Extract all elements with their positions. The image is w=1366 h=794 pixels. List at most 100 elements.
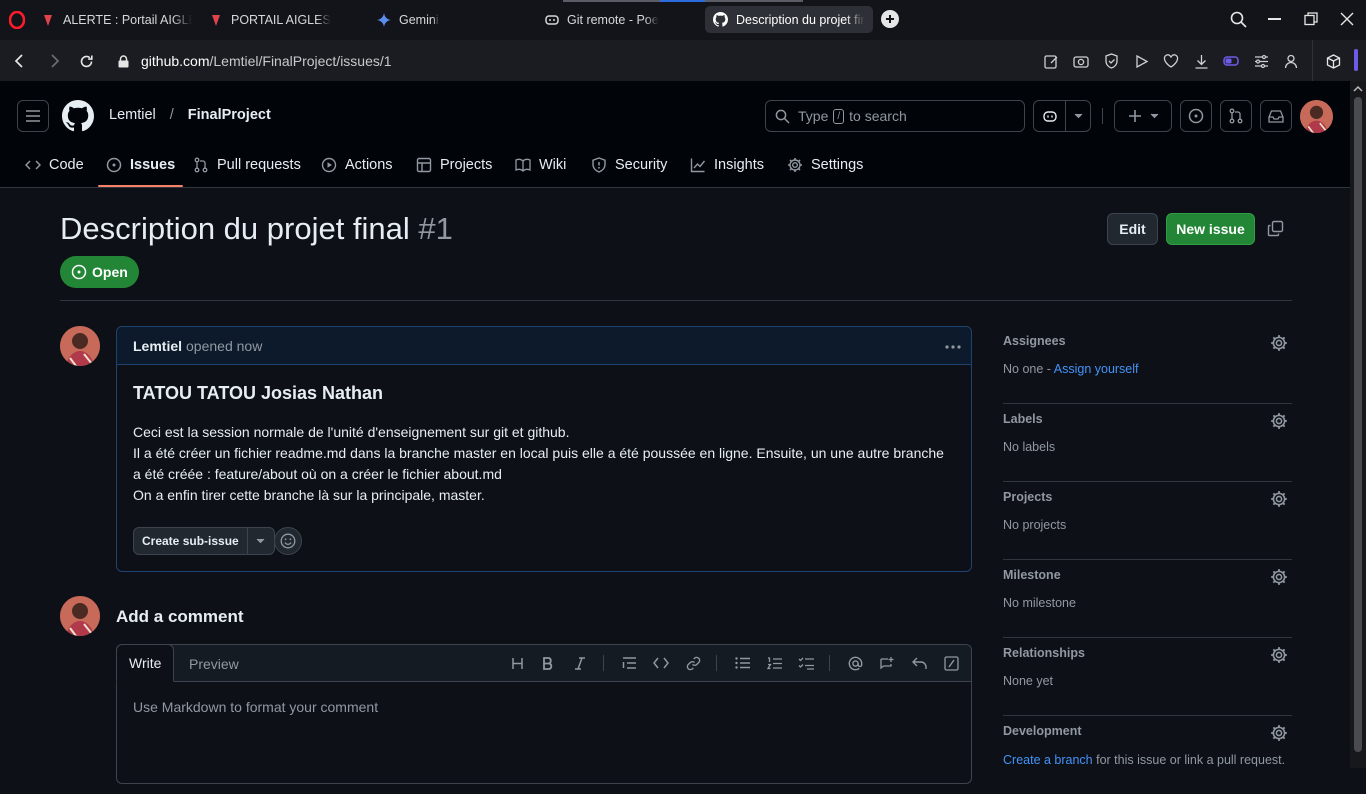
comment-author[interactable]: Lemtiel [133, 338, 182, 354]
gear-icon[interactable] [1270, 334, 1288, 352]
quote-icon[interactable] [619, 654, 639, 672]
plus-icon [1128, 110, 1141, 122]
tab-actions[interactable]: Actions [321, 143, 393, 187]
vertical-scrollbar[interactable] [1350, 81, 1366, 768]
tab-write[interactable]: Write [116, 644, 175, 682]
tab-code[interactable]: Code [25, 143, 84, 187]
code-icon[interactable] [651, 654, 671, 672]
issues-shortcut-button[interactable] [1180, 100, 1212, 132]
cross-reference-icon[interactable] [877, 654, 897, 672]
ordered-list-icon[interactable] [764, 654, 784, 672]
copy-link-icon[interactable] [1267, 220, 1284, 237]
task-list-icon[interactable] [796, 654, 816, 672]
tab-projects[interactable]: Projects [416, 143, 492, 187]
player-icon[interactable] [1131, 51, 1151, 71]
labels-label[interactable]: Labels [1003, 412, 1043, 426]
heading-icon[interactable] [507, 654, 527, 672]
gear-icon[interactable] [1270, 724, 1288, 742]
github-logo-icon[interactable] [62, 100, 94, 132]
close-window-icon[interactable] [1340, 12, 1354, 26]
sidebar-labels: Labels No labels [1003, 404, 1292, 482]
issue-number: #1 [418, 211, 453, 246]
gear-icon[interactable] [1270, 568, 1288, 586]
search-tabs-icon[interactable] [1230, 11, 1247, 28]
easy-setup-icon[interactable] [1251, 51, 1271, 71]
slash-commands-icon[interactable] [941, 654, 961, 672]
tab-insights[interactable]: Insights [690, 143, 764, 187]
url-path: /Lemtiel/FinalProject/issues/1 [209, 53, 392, 69]
edit-button[interactable]: Edit [1107, 213, 1158, 245]
link-icon[interactable] [683, 654, 703, 672]
back-icon[interactable] [8, 50, 30, 72]
forward-icon[interactable] [44, 50, 66, 72]
tab-settings[interactable]: Settings [787, 143, 863, 187]
assign-yourself-link[interactable]: Assign yourself [1054, 362, 1139, 376]
new-issue-button[interactable]: New issue [1166, 213, 1255, 245]
new-tab-button[interactable] [881, 10, 899, 28]
edit-page-icon[interactable] [1041, 51, 1061, 71]
comment-heading: TATOU TATOU Josias Nathan [133, 383, 384, 403]
create-subissue-dropdown[interactable] [248, 528, 274, 554]
tab-preview[interactable]: Preview [177, 645, 251, 682]
inbox-button[interactable] [1260, 100, 1292, 132]
minimize-window-icon[interactable] [1268, 18, 1281, 20]
issue-icon [106, 157, 122, 173]
add-comment-heading: Add a comment [116, 607, 244, 626]
commenter-avatar[interactable] [60, 596, 100, 636]
tab-wiki[interactable]: Wiki [515, 143, 566, 187]
unordered-list-icon[interactable] [732, 654, 752, 672]
tab-security[interactable]: Security [591, 143, 667, 187]
scrollbar-thumb[interactable] [1354, 97, 1362, 752]
heart-icon[interactable] [1161, 51, 1181, 71]
assignees-label[interactable]: Assignees [1003, 334, 1066, 348]
pull-requests-shortcut-button[interactable] [1220, 100, 1252, 132]
mention-icon[interactable] [845, 654, 865, 672]
gear-icon[interactable] [1270, 490, 1288, 508]
italic-icon[interactable] [570, 654, 590, 672]
breadcrumb-owner[interactable]: Lemtiel [109, 107, 156, 123]
milestone-label[interactable]: Milestone [1003, 568, 1061, 582]
relationships-label[interactable]: Relationships [1003, 646, 1085, 660]
maximize-window-icon[interactable] [1304, 12, 1318, 26]
download-icon[interactable] [1191, 51, 1211, 71]
tab-issues[interactable]: Issues [97, 143, 184, 187]
relationships-value: None yet [1003, 674, 1054, 688]
comment-textarea[interactable]: Use Markdown to format your comment [133, 699, 378, 715]
search-input[interactable]: Type / to search [765, 100, 1025, 132]
comment-timestamp[interactable]: opened now [186, 338, 262, 354]
issue-body-comment: Lemtiel opened now TATOU TATOU Josias Na… [116, 326, 972, 572]
development-value: for this issue or link a pull request. [1096, 753, 1286, 767]
breadcrumb-repo[interactable]: FinalProject [188, 107, 271, 123]
browser-tab-github-issue[interactable]: Description du projet final [705, 6, 873, 33]
development-label[interactable]: Development [1003, 724, 1082, 738]
reload-icon[interactable] [75, 50, 97, 72]
tab-pull-requests[interactable]: Pull requests [193, 143, 301, 187]
create-subissue-button[interactable]: Create sub-issue [134, 528, 248, 554]
camera-icon[interactable] [1071, 51, 1091, 71]
issue-icon [1188, 108, 1204, 124]
battery-saver-icon[interactable] [1221, 51, 1241, 71]
create-new-button[interactable] [1114, 100, 1172, 132]
gear-icon[interactable] [1270, 646, 1288, 664]
author-avatar[interactable] [60, 326, 100, 366]
user-avatar[interactable] [1300, 100, 1333, 133]
saved-reply-icon[interactable] [909, 654, 929, 672]
copilot-button[interactable] [1033, 100, 1066, 132]
shield-check-icon[interactable] [1101, 51, 1121, 71]
browser-tab-alerte[interactable]: ALERTE : Portail AIGLES cib [32, 6, 200, 33]
gear-icon[interactable] [1270, 412, 1288, 430]
create-branch-link[interactable]: Create a branch [1003, 753, 1093, 767]
opera-logo-icon[interactable] [9, 11, 25, 29]
extensions-cube-icon[interactable] [1323, 51, 1343, 71]
bold-icon[interactable] [538, 654, 558, 672]
kebab-menu-icon[interactable] [945, 345, 961, 349]
projects-label[interactable]: Projects [1003, 490, 1052, 504]
browser-tab-poe[interactable]: Git remote - Poe [536, 6, 704, 33]
profile-icon[interactable] [1281, 51, 1301, 71]
browser-tab-portail[interactable]: PORTAIL AIGLES [200, 6, 368, 33]
search-icon [775, 109, 790, 124]
hamburger-menu-button[interactable] [17, 100, 49, 132]
browser-tab-gemini[interactable]: Gemini [368, 6, 536, 33]
copilot-dropdown-button[interactable] [1065, 100, 1091, 132]
add-reaction-button[interactable] [274, 527, 302, 555]
